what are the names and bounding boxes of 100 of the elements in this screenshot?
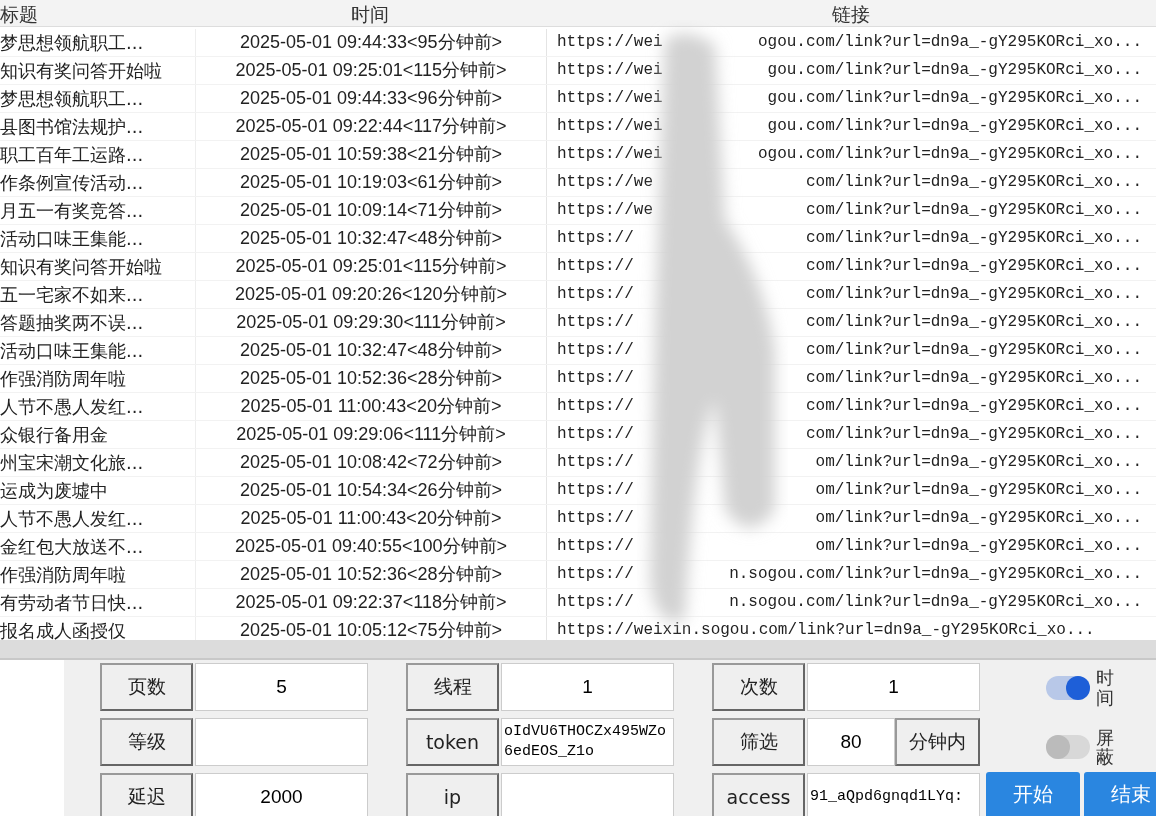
field-label: ip xyxy=(406,773,499,816)
column-header[interactable]: 链接 xyxy=(545,0,1156,26)
link-text: com/link?url=dn9a_-gY295KORci_xo... xyxy=(805,284,1143,305)
scrollbar[interactable] xyxy=(0,640,1156,660)
link-text: https://wei xyxy=(557,144,663,165)
input-field[interactable]: 80 xyxy=(807,718,895,766)
input-field[interactable]: oIdVU6THOCZx495WZo6edEOS_Z1o xyxy=(501,718,674,766)
table-cell: 2025-05-01 09:40:55<100分钟前> xyxy=(195,533,547,560)
link-text: https:// xyxy=(557,452,634,473)
table-cell-text: 梦思想领航职工... xyxy=(0,31,145,55)
unit-button[interactable]: 分钟内 xyxy=(895,718,980,766)
table-cell: 2025-05-01 11:00:43<20分钟前> xyxy=(195,505,547,532)
table-cell-text: 众银行备用金 xyxy=(0,423,109,447)
link-text: gou.com/link?url=dn9a_-gY295KORci_xo... xyxy=(767,60,1143,81)
table-cell-text: 县图书馆法规护... xyxy=(0,115,145,139)
link-text: https://wei xyxy=(557,116,663,137)
table-cell-text: 月五一有奖竞答... xyxy=(0,199,145,223)
link-text: https:// xyxy=(557,508,634,529)
table-cell-text: 五一宅家不如来... xyxy=(0,283,145,307)
link-text: gou.com/link?url=dn9a_-gY295KORci_xo... xyxy=(767,88,1143,109)
link-text: https:// xyxy=(557,312,634,333)
link-text: https://wei xyxy=(557,88,663,109)
input-field[interactable]: 1 xyxy=(807,663,980,711)
input-field[interactable] xyxy=(501,773,674,816)
table-cell-text: 答题抽奖两不误... xyxy=(0,311,145,335)
field-label: access xyxy=(712,773,805,816)
field-label: 延迟 xyxy=(100,773,193,816)
action-button[interactable]: 结束 xyxy=(1084,772,1156,816)
link-text: com/link?url=dn9a_-gY295KORci_xo... xyxy=(805,256,1143,277)
toggle-label: 屏蔽 xyxy=(1096,727,1114,768)
toggle-switch[interactable] xyxy=(1046,735,1090,760)
link-text: https://wei xyxy=(557,32,663,53)
table-cell: 2025-05-01 09:44:33<96分钟前> xyxy=(195,85,547,112)
table-cell-text: 报名成人函授仅 xyxy=(0,619,127,640)
link-text: https:// xyxy=(557,228,634,249)
table-cell: 2025-05-01 10:52:36<28分钟前> xyxy=(195,365,547,392)
link-text: com/link?url=dn9a_-gY295KORci_xo... xyxy=(805,172,1143,193)
link-text: om/link?url=dn9a_-gY295KORci_xo... xyxy=(815,452,1143,473)
link-text: com/link?url=dn9a_-gY295KORci_xo... xyxy=(805,228,1143,249)
table-cell-text: 有劳动者节日快... xyxy=(0,591,145,615)
input-field[interactable] xyxy=(195,718,368,766)
link-text: com/link?url=dn9a_-gY295KORci_xo... xyxy=(805,424,1143,445)
field-label: 页数 xyxy=(100,663,193,711)
table-cell: 2025-05-01 09:22:37<118分钟前> xyxy=(195,589,547,616)
link-text: https:// xyxy=(557,284,634,305)
field-label: token xyxy=(406,718,499,766)
table-cell: 2025-05-01 10:09:14<71分钟前> xyxy=(195,197,547,224)
link-text: https://weixin.sogou.com/link?url=dn9a_-gY295KORci_xo... xyxy=(557,620,1095,640)
link-text: https://we xyxy=(557,200,653,221)
link-text: https:// xyxy=(557,340,634,361)
table-cell-text: 作条例宣传活动... xyxy=(0,171,145,195)
link-text: gou.com/link?url=dn9a_-gY295KORci_xo... xyxy=(767,116,1143,137)
table-cell: 2025-05-01 10:59:38<21分钟前> xyxy=(195,141,547,168)
field-label: 等级 xyxy=(100,718,193,766)
toggle-label: 时间 xyxy=(1096,668,1114,708)
link-text: com/link?url=dn9a_-gY295KORci_xo... xyxy=(805,396,1143,417)
toggle-switch[interactable] xyxy=(1046,675,1090,700)
link-text: https:// xyxy=(557,396,634,417)
link-text: n.sogou.com/link?url=dn9a_-gY295KORci_xo... xyxy=(729,592,1143,613)
table-cell: 2025-05-01 11:00:43<20分钟前> xyxy=(195,393,547,420)
link-text: https://wei xyxy=(557,60,663,81)
input-field[interactable]: 1 xyxy=(501,663,674,711)
table-cell: 2025-05-01 09:44:33<95分钟前> xyxy=(195,29,547,56)
table-cell-text: 知识有奖问答开始啦 xyxy=(0,255,163,279)
table-cell: 2025-05-01 09:25:01<115分钟前> xyxy=(195,253,547,280)
table-cell-text: 知识有奖问答开始啦 xyxy=(0,59,163,83)
table-cell: 2025-05-01 09:22:44<117分钟前> xyxy=(195,113,547,140)
column-header[interactable]: 时间 xyxy=(195,0,545,26)
table-cell-text: 人节不愚人发红... xyxy=(0,507,145,531)
link-text: om/link?url=dn9a_-gY295KORci_xo... xyxy=(815,480,1143,501)
column-header[interactable]: 标题 xyxy=(0,0,195,26)
link-text: https://we xyxy=(557,172,653,193)
link-text: ogou.com/link?url=dn9a_-gY295KORci_xo... xyxy=(757,144,1143,165)
input-field[interactable]: 91_aQpd6gnqd1LYq: xyxy=(807,773,980,816)
link-text: https:// xyxy=(557,536,634,557)
table-cell-text: 金红包大放送不... xyxy=(0,535,145,559)
table-cell-text: 作强消防周年啦 xyxy=(0,367,127,391)
link-text: com/link?url=dn9a_-gY295KORci_xo... xyxy=(805,200,1143,221)
link-text: om/link?url=dn9a_-gY295KORci_xo... xyxy=(815,536,1143,557)
table-cell-text: 梦思想领航职工... xyxy=(0,87,145,111)
table-cell-text: 作强消防周年啦 xyxy=(0,563,127,587)
input-field[interactable]: 2000 xyxy=(195,773,368,816)
link-text: com/link?url=dn9a_-gY295KORci_xo... xyxy=(805,340,1143,361)
link-text: ogou.com/link?url=dn9a_-gY295KORci_xo... xyxy=(757,32,1143,53)
table-cell: 2025-05-01 10:19:03<61分钟前> xyxy=(195,169,547,196)
link-text: com/link?url=dn9a_-gY295KORci_xo... xyxy=(805,368,1143,389)
link-text: om/link?url=dn9a_-gY295KORci_xo... xyxy=(815,508,1143,529)
table-cell-text: 州宝宋潮文化旅... xyxy=(0,451,145,475)
table-cell-text: 职工百年工运路... xyxy=(0,143,145,167)
table-cell: 2025-05-01 09:25:01<115分钟前> xyxy=(195,57,547,84)
table-cell-text: 运成为废墟中 xyxy=(0,479,109,503)
table-cell: 2025-05-01 09:20:26<120分钟前> xyxy=(195,281,547,308)
link-text: n.sogou.com/link?url=dn9a_-gY295KORci_xo... xyxy=(729,564,1143,585)
action-button[interactable]: 开始 xyxy=(986,772,1080,816)
table-cell: 2025-05-01 09:29:06<111分钟前> xyxy=(195,421,547,448)
input-field[interactable]: 5 xyxy=(195,663,368,711)
link-text: https:// xyxy=(557,564,634,585)
link-text: https:// xyxy=(557,368,634,389)
link-text: https:// xyxy=(557,480,634,501)
field-label: 次数 xyxy=(712,663,805,711)
